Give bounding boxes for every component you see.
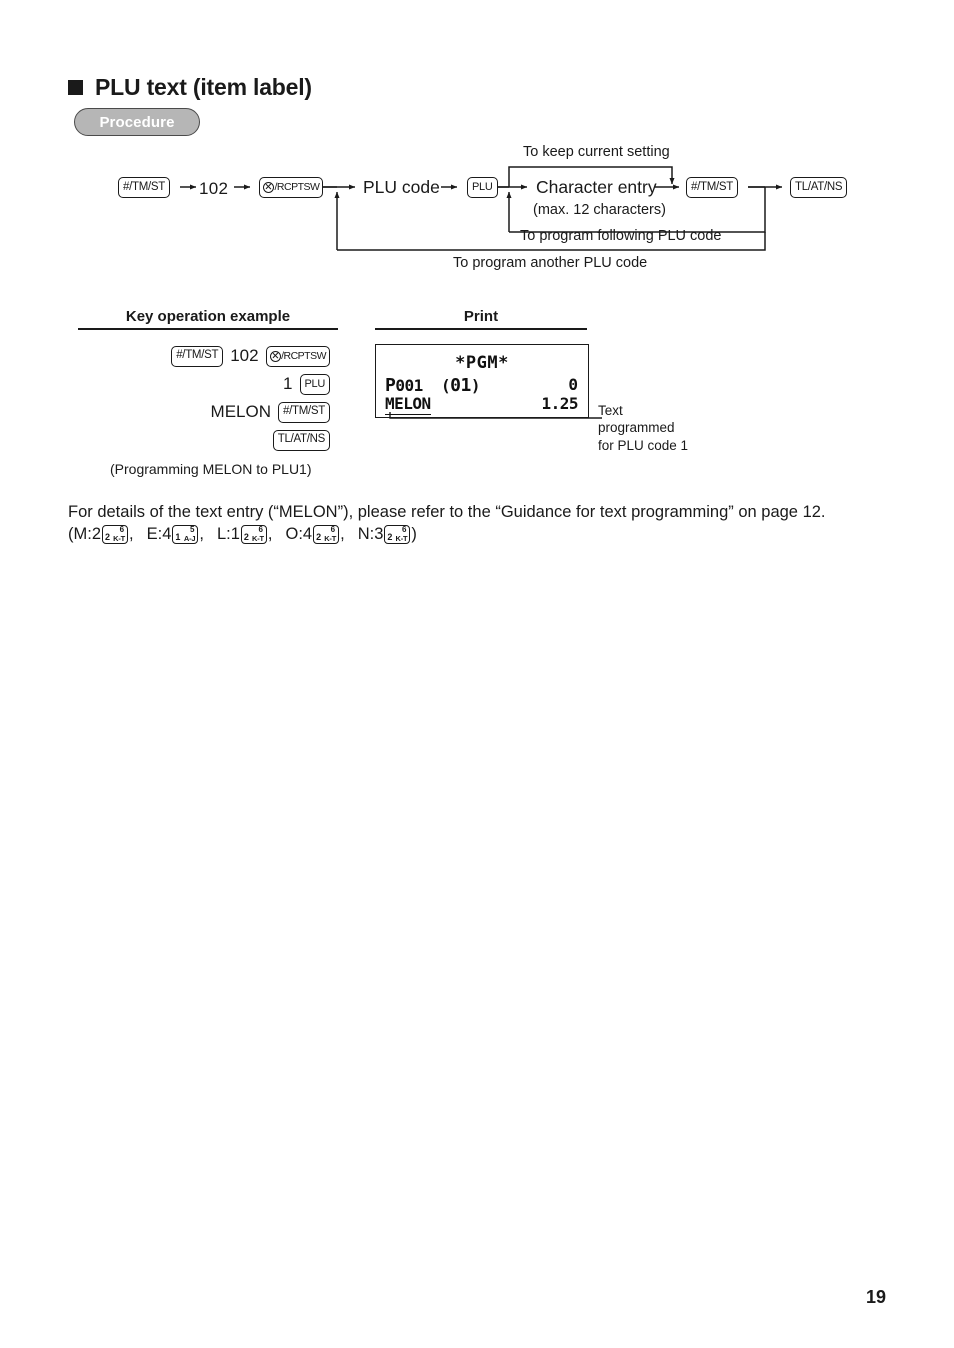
flow-key-rcptsw-label: /RCPTSW xyxy=(274,181,320,194)
flow-label-character-entry: Character entry xyxy=(536,177,657,197)
keyop-key-rcptsw-label: /RCPTSW xyxy=(281,349,326,362)
char-entry-sep: , xyxy=(199,525,204,543)
key-operation-note: (Programming MELON to PLU1) xyxy=(110,461,312,477)
key-operation-row: TL/AT/NS xyxy=(120,426,330,454)
numeric-key-icon[interactable]: 6 2 K-T xyxy=(384,525,411,544)
multiply-circle-icon xyxy=(269,350,281,362)
numeric-key-range: K-T xyxy=(324,533,337,543)
numeric-key-sup: 6 xyxy=(401,525,407,534)
receipt-leader-line xyxy=(389,412,602,419)
keyop-key-rcptsw[interactable]: /RCPTSW xyxy=(265,345,330,367)
keyop-literal-102: 102 xyxy=(230,346,259,365)
keyop-literal-1: 1 xyxy=(283,374,293,393)
flow-label-keep-current-setting: To keep current setting xyxy=(523,144,670,160)
keyop-key-plu[interactable]: PLU xyxy=(299,373,330,395)
numeric-key-sup: 6 xyxy=(119,525,125,534)
multiply-circle-icon xyxy=(263,182,274,193)
receipt-annotation-line: Text xyxy=(598,403,623,418)
flow-key-rcptsw[interactable]: /RCPTSW xyxy=(259,177,324,198)
key-operation-row: MELON #/TM/ST xyxy=(120,398,330,426)
keyop-key-tmst-2[interactable]: #/TM/ST xyxy=(278,401,330,423)
char-entry-item: L:1 6 2 K-T , xyxy=(217,525,273,544)
column-rule-key-operation xyxy=(78,328,338,330)
numeric-key-sup: 5 xyxy=(189,525,195,534)
char-entry-item: E:4 5 1 A-J , xyxy=(147,525,204,544)
numeric-key-range: K-T xyxy=(113,533,126,543)
keyop-literal-melon: MELON xyxy=(210,402,271,421)
keyop-key-tmst-1[interactable]: #/TM/ST xyxy=(171,345,224,367)
column-header-print: Print xyxy=(463,308,499,325)
flow-key-tmst-1[interactable]: #/TM/ST xyxy=(118,177,170,198)
column-header-key-operation: Key operation example xyxy=(125,308,291,325)
numeric-key-digit: 2 xyxy=(105,532,111,542)
key-operation-row: #/TM/ST 102 /RCPTSW xyxy=(120,342,330,370)
numeric-key-digit: 2 xyxy=(316,532,322,542)
flow-label-program-following: To program following PLU code xyxy=(520,228,722,244)
body-paragraph-line1: For details of the text entry (“MELON”),… xyxy=(68,503,826,521)
numeric-key-digit: 2 xyxy=(243,532,249,542)
char-entry-label: M:2 xyxy=(73,525,102,543)
numeric-key-digit: 1 xyxy=(175,532,181,542)
char-entry-label: O:4 xyxy=(285,525,313,543)
numeric-key-range: K-T xyxy=(395,533,408,543)
numeric-key-sup: 6 xyxy=(330,525,336,534)
numeric-key-sup: 6 xyxy=(258,525,263,534)
flow-label-program-another: To program another PLU code xyxy=(453,255,648,271)
numeric-key-icon[interactable]: 5 1 A-J xyxy=(172,525,199,544)
char-entry-sep: , xyxy=(267,525,273,543)
flow-key-plu[interactable]: PLU xyxy=(467,177,498,198)
keyop-key-tlatns[interactable]: TL/AT/NS xyxy=(272,429,330,451)
char-entry-item: M:2 6 2 K-T , xyxy=(74,525,134,544)
receipt-annotation: Text programmed for PLU code 1 xyxy=(598,402,688,454)
receipt-annotation-line: programmed xyxy=(598,420,675,436)
procedure-flow-labels: #/TM/ST 102 /RCPTSW PLU code PLU Charact… xyxy=(0,0,954,290)
char-entry-item: O:4 6 2 K-T , xyxy=(286,525,345,544)
flow-key-tmst-2[interactable]: #/TM/ST xyxy=(686,177,738,198)
numeric-key-range: K-T xyxy=(252,533,264,543)
flow-label-plu-code: PLU code xyxy=(363,177,440,197)
numeric-key-icon[interactable]: 6 2 K-T xyxy=(240,525,267,544)
page-number: 19 xyxy=(865,1287,886,1307)
paren-close: ) xyxy=(411,525,417,543)
receipt-annotation-line: for PLU code 1 xyxy=(598,437,689,453)
body-paragraph-line2: ( M:2 6 2 K-T , E:4 5 1 A-J , L:1 6 2 K-… xyxy=(68,525,417,544)
column-rule-print xyxy=(375,328,587,330)
flow-label-character-entry-note: (max. 12 characters) xyxy=(533,202,666,218)
key-operation-row: 1 PLU xyxy=(120,370,330,398)
key-operation-example: #/TM/ST 102 /RCPTSW 1 PLU MELON #/TM/ST … xyxy=(120,342,330,454)
char-entry-sep: , xyxy=(129,525,134,543)
char-entry-item: N:3 6 2 K-T xyxy=(358,525,412,544)
flow-key-tlatns[interactable]: TL/AT/NS xyxy=(790,177,848,198)
char-entry-label: E:4 xyxy=(146,525,172,543)
char-entry-label: N:3 xyxy=(357,525,384,543)
numeric-key-digit: 2 xyxy=(387,532,393,542)
char-entry-label: L:1 xyxy=(216,525,240,543)
char-entry-sep: , xyxy=(340,525,345,543)
numeric-key-icon[interactable]: 6 2 K-T xyxy=(313,525,340,544)
numeric-key-icon[interactable]: 6 2 K-T xyxy=(102,525,129,544)
flow-code-102: 102 xyxy=(199,179,229,198)
numeric-key-range: A-J xyxy=(183,533,196,543)
